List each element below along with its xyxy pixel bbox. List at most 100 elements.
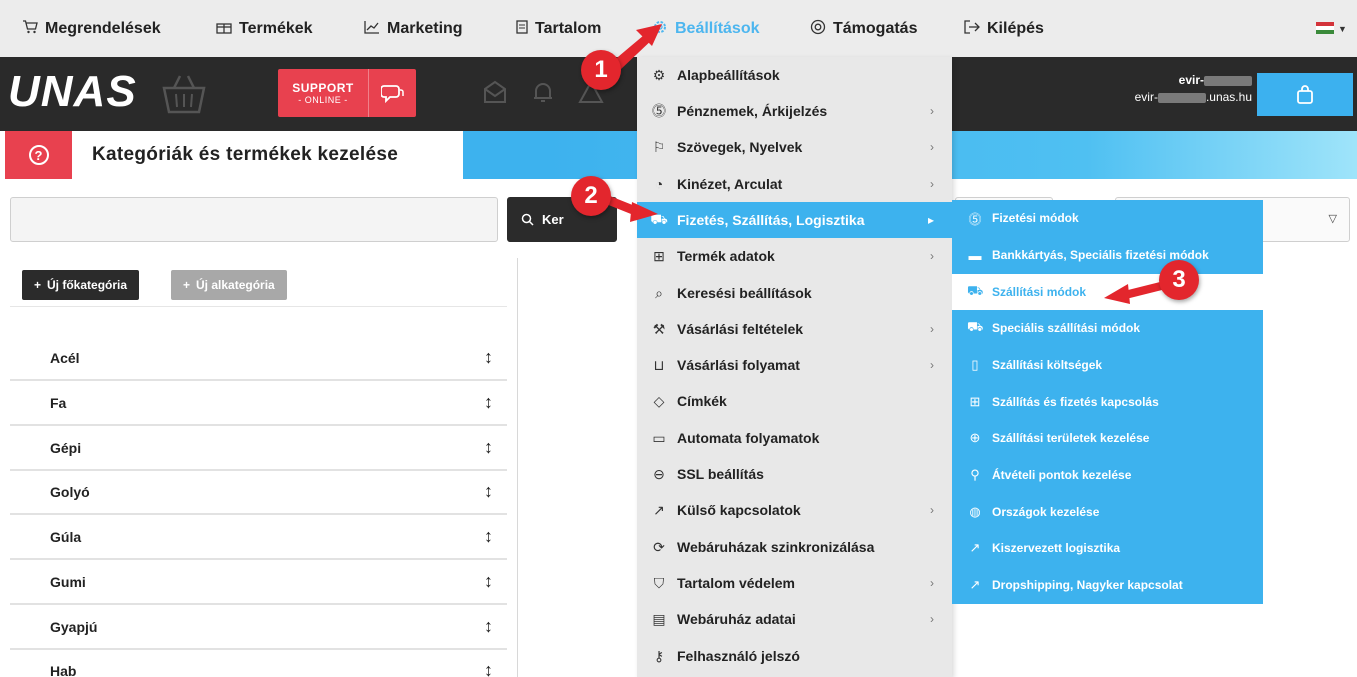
document-icon	[516, 20, 528, 37]
settings-item-szovegek[interactable]: ⚐ Szövegek, Nyelvek ›	[637, 129, 952, 165]
submenu-specialis-szallitasi[interactable]: ⛟ Speciális szállítási módok	[952, 310, 1263, 346]
category-row[interactable]: Gyapjú ↕	[10, 605, 507, 650]
sync-icon: ⟳	[653, 538, 665, 555]
category-name: Gépi	[50, 439, 82, 456]
settings-item-tartalom-vedelem[interactable]: ⛉ Tartalom védelem ›	[637, 565, 952, 601]
settings-item-jelszo[interactable]: ⚷ Felhasználó jelszó	[637, 638, 952, 674]
settings-item-ssl[interactable]: ⊖ SSL beállítás	[637, 456, 952, 492]
sort-handle-icon[interactable]: ↕	[484, 347, 493, 368]
sort-handle-icon[interactable]: ↕	[484, 392, 493, 413]
menu-termekek[interactable]: Termékek	[216, 0, 313, 57]
new-main-category-button[interactable]: + Új főkategória	[22, 270, 140, 300]
truck-icon: ⛟	[967, 319, 984, 334]
external-link-icon: ↗	[653, 501, 665, 518]
gift-icon: ⊞	[653, 247, 665, 264]
settings-item-label: Kinézet, Arculat	[677, 176, 783, 192]
submenu-label: Dropshipping, Nagyker kapcsolat	[992, 578, 1183, 592]
support-status: - ONLINE -	[298, 95, 348, 105]
coin-icon: ⓹	[652, 103, 666, 119]
settings-item-label: Pénznemek, Árkijelzés	[677, 103, 828, 119]
submenu-orszagok[interactable]: ◍ Országok kezelése	[952, 494, 1263, 530]
submenu-dropshipping[interactable]: ↗ Dropshipping, Nagyker kapcsolat	[952, 567, 1263, 603]
sort-handle-icon[interactable]: ↕	[484, 437, 493, 458]
language-flag-icon[interactable]	[1316, 22, 1334, 34]
settings-dropdown: ⚙ Alapbeállítások ⓹ Pénznemek, Árkijelzés ›…	[637, 57, 952, 677]
settings-item-automata[interactable]: ▭ Automata folyamatok	[637, 420, 952, 456]
redacted-domain	[1157, 92, 1206, 103]
step-marker-3: 3	[1159, 260, 1199, 300]
submenu-szallitasi-teruletek[interactable]: ⊕ Szállítási területek kezelése	[952, 420, 1263, 456]
sort-handle-icon[interactable]: ↕	[484, 481, 493, 502]
menu-tamogatas[interactable]: Támogatás	[810, 0, 917, 57]
submenu-label: Szállítási költségek	[992, 358, 1103, 372]
sort-handle-icon[interactable]: ↕	[484, 616, 493, 637]
shop-bag-button[interactable]	[1257, 73, 1353, 116]
category-row[interactable]: Gumi ↕	[10, 560, 507, 605]
category-row[interactable]: Hab ↕	[10, 649, 507, 677]
menu-label: Támogatás	[833, 19, 918, 37]
chevron-right-icon: ›	[930, 104, 934, 118]
menu-tartalom[interactable]: Tartalom	[516, 0, 601, 57]
lock-icon: ⊖	[653, 465, 665, 482]
flag-icon: ⚐	[652, 138, 666, 155]
category-row[interactable]: Gúla ↕	[10, 515, 507, 560]
settings-item-szinkronizalas[interactable]: ⟳ Webáruházak szinkronizálása	[637, 529, 952, 565]
settings-item-label: Automata folyamatok	[677, 430, 820, 446]
settings-item-vasarlasi-feltetelek[interactable]: ⚒ Vásárlási feltételek ›	[637, 311, 952, 347]
chat-icon	[368, 69, 416, 117]
settings-item-label: Tartalom védelem	[677, 575, 796, 591]
sort-handle-icon[interactable]: ↕	[484, 660, 493, 677]
settings-item-fizetes-szallitas[interactable]: ⛟ Fizetés, Szállítás, Logisztika ▸	[637, 202, 952, 238]
settings-item-webaruhaz-adatai[interactable]: ▤ Webáruház adatai ›	[637, 601, 952, 637]
logo[interactable]: UNAS	[8, 67, 137, 117]
help-button[interactable]: ?	[5, 131, 72, 179]
settings-item-vasarlasi-folyamat[interactable]: ⊔ Vásárlási folyamat ›	[637, 347, 952, 383]
settings-item-label: Vásárlási folyamat	[677, 357, 800, 373]
menu-megrendelesek[interactable]: Megrendelések	[22, 0, 161, 57]
step-marker-2: 2	[571, 176, 611, 216]
submenu-szallitas-fizetes-kapcsolas[interactable]: ⊞ Szállítás és fizetés kapcsolás	[952, 384, 1263, 420]
settings-item-kulso-kapcsolatok[interactable]: ↗ Külső kapcsolatok ›	[637, 492, 952, 528]
support-button[interactable]: SUPPORT - ONLINE -	[278, 69, 416, 117]
search-button-label: Ker	[542, 212, 564, 227]
category-row[interactable]: Golyó ↕	[10, 470, 507, 515]
redacted-name	[1204, 75, 1252, 86]
user-domain-prefix: evir-	[1134, 90, 1158, 104]
sort-handle-icon[interactable]: ↕	[484, 571, 493, 592]
settings-item-alapbeallitasok[interactable]: ⚙ Alapbeállítások	[637, 57, 952, 93]
submenu-szallitasi-koltsegek[interactable]: ▯ Szállítási költségek	[952, 347, 1263, 383]
submenu-label: Országok kezelése	[992, 505, 1100, 519]
user-info[interactable]: evir- evir- .unas.hu	[1135, 72, 1252, 106]
settings-item-kinezet[interactable]: ◔ Kinézet, Arculat ›	[637, 166, 952, 202]
category-name: Fa	[50, 394, 67, 411]
menu-beallitasok[interactable]: Beállítások	[652, 0, 759, 57]
submenu-bankkartyas[interactable]: ▬ Bankkártyás, Speciális fizetési módok	[952, 237, 1263, 273]
gear-icon	[652, 19, 668, 38]
menu-kilepes[interactable]: Kilépés	[964, 0, 1044, 57]
sort-handle-icon[interactable]: ↕	[484, 526, 493, 547]
settings-item-label: Felhasználó jelszó	[677, 648, 800, 664]
category-row[interactable]: Acél ↕	[10, 336, 507, 381]
menu-marketing[interactable]: Marketing	[364, 0, 463, 57]
envelope-icon[interactable]	[482, 79, 508, 105]
submenu-kiszervezett-logisztika[interactable]: ↗ Kiszervezett logisztika	[952, 530, 1263, 566]
settings-item-termek-adatok[interactable]: ⊞ Termék adatok ›	[637, 238, 952, 274]
category-row[interactable]: Fa ↕	[10, 381, 507, 426]
settings-item-penznemek[interactable]: ⓹ Pénznemek, Árkijelzés ›	[637, 93, 952, 129]
submenu-atveteli-pontok[interactable]: ⚲ Átvételi pontok kezelése	[952, 457, 1263, 493]
new-sub-category-button[interactable]: + Új alkategória	[171, 270, 287, 300]
settings-item-kereses[interactable]: ⌕ Keresési beállítások	[637, 275, 952, 311]
bell-icon[interactable]	[530, 79, 556, 105]
search-input[interactable]	[10, 197, 498, 242]
chevron-right-icon: ›	[930, 249, 934, 263]
submenu-fizetesi-modok[interactable]: ⓹ Fizetési módok	[952, 200, 1263, 236]
chevron-right-icon: ›	[930, 576, 934, 590]
category-row[interactable]: Gépi ↕	[10, 426, 507, 471]
settings-item-label: Szövegek, Nyelvek	[677, 139, 803, 155]
key-icon: ⚷	[653, 647, 665, 664]
submenu-szallitasi-modok[interactable]: ⛟ Szállítási módok	[952, 274, 1263, 310]
chevron-down-icon[interactable]: ▼	[1338, 24, 1347, 34]
cart-icon: ⊔	[653, 356, 665, 373]
settings-item-label: Termék adatok	[677, 248, 775, 264]
settings-item-cimkek[interactable]: ◇ Címkék	[637, 383, 952, 419]
